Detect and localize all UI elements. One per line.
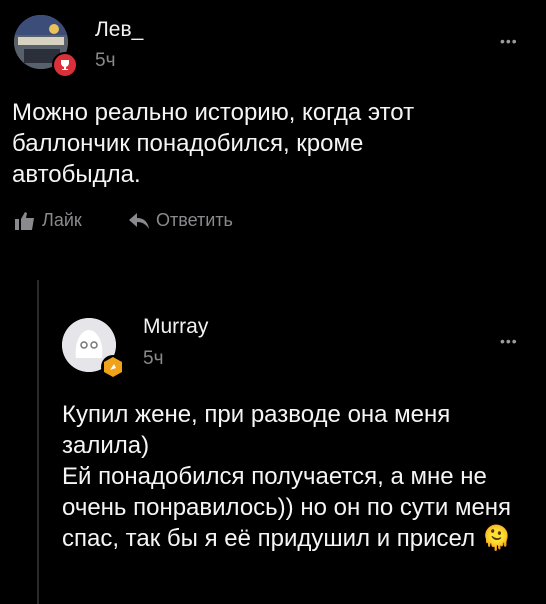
melting-face-emoji: 🫠 xyxy=(481,525,512,552)
thread-line xyxy=(37,280,39,604)
comment-time: 5ч xyxy=(95,50,116,71)
reply-author[interactable]: Murray xyxy=(143,315,208,339)
like-icon xyxy=(15,211,34,230)
comment-author[interactable]: Лев_ xyxy=(95,18,143,42)
reply-text-body: Купил жене, при разводе она меня залила)… xyxy=(62,401,512,552)
reply-button[interactable]: Ответить xyxy=(128,210,233,231)
reply-menu-icon[interactable]: ••• xyxy=(500,333,518,349)
trophy-badge-icon xyxy=(52,52,78,78)
reply-text: Купил жене, при разводе она меня залила)… xyxy=(62,399,532,554)
like-button[interactable]: Лайк xyxy=(14,210,82,231)
like-label: Лайк xyxy=(42,210,82,230)
comment-text: Можно реально историю, когда этот баллон… xyxy=(12,99,415,188)
reply-label: Ответить xyxy=(156,210,233,230)
hexagon-badge-icon xyxy=(101,355,125,379)
comment-menu-icon[interactable]: ••• xyxy=(500,33,518,49)
reply-icon xyxy=(129,212,149,229)
reply-time: 5ч xyxy=(143,348,164,369)
